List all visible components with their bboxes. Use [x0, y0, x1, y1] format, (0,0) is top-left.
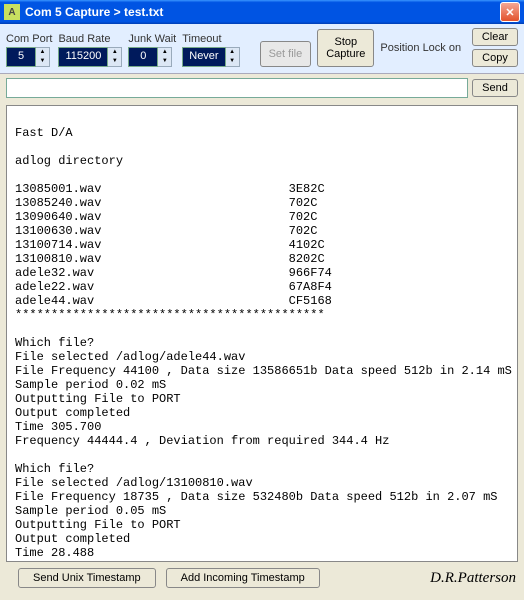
set-file-button: Set file [260, 41, 312, 67]
baud-label: Baud Rate [58, 33, 122, 45]
send-button[interactable]: Send [472, 79, 518, 97]
send-input[interactable] [6, 78, 468, 98]
copy-button[interactable]: Copy [472, 49, 518, 67]
chevron-up-icon[interactable]: ▲ [158, 48, 171, 57]
timeout-group: Timeout Never ▲▼ [182, 33, 239, 67]
position-lock-status: Position Lock on [380, 42, 461, 54]
comport-group: Com Port 5 ▲▼ [6, 33, 52, 67]
input-row: Send [0, 74, 524, 102]
toolbar: Com Port 5 ▲▼ Baud Rate 115200 ▲▼ Junk W… [0, 24, 524, 74]
window-title: Com 5 Capture > test.txt [25, 5, 500, 19]
chevron-up-icon[interactable]: ▲ [226, 48, 239, 57]
close-button[interactable]: ✕ [500, 2, 520, 22]
chevron-up-icon[interactable]: ▲ [36, 48, 49, 57]
timeout-spinner[interactable]: Never ▲▼ [182, 47, 239, 67]
junk-label: Junk Wait [128, 33, 176, 45]
timeout-value: Never [182, 47, 225, 67]
comport-value: 5 [6, 47, 36, 67]
baud-spinner[interactable]: 115200 ▲▼ [58, 47, 122, 67]
chevron-up-icon[interactable]: ▲ [108, 48, 121, 57]
titlebar: A Com 5 Capture > test.txt ✕ [0, 0, 524, 24]
console-output: Fast D/A adlog directory 13085001.wav 3E… [15, 112, 509, 562]
chevron-down-icon[interactable]: ▼ [158, 57, 171, 66]
chevron-down-icon[interactable]: ▼ [108, 57, 121, 66]
timeout-label: Timeout [182, 33, 239, 45]
junk-value: 0 [128, 47, 158, 67]
comport-label: Com Port [6, 33, 52, 45]
clear-button[interactable]: Clear [472, 28, 518, 46]
stop-capture-button[interactable]: Stop Capture [317, 29, 374, 67]
bottom-bar: Send Unix Timestamp Add Incoming Timesta… [0, 565, 524, 591]
baud-group: Baud Rate 115200 ▲▼ [58, 33, 122, 67]
console-panel[interactable]: Fast D/A adlog directory 13085001.wav 3E… [6, 105, 518, 562]
close-icon: ✕ [505, 6, 514, 19]
chevron-down-icon[interactable]: ▼ [226, 57, 239, 66]
baud-value: 115200 [58, 47, 108, 67]
baud-stepper[interactable]: ▲▼ [108, 47, 122, 67]
junk-group: Junk Wait 0 ▲▼ [128, 33, 176, 67]
junk-stepper[interactable]: ▲▼ [158, 47, 172, 67]
app-icon: A [4, 4, 20, 20]
add-incoming-timestamp-button[interactable]: Add Incoming Timestamp [166, 568, 320, 588]
chevron-down-icon[interactable]: ▼ [36, 57, 49, 66]
comport-stepper[interactable]: ▲▼ [36, 47, 50, 67]
junk-spinner[interactable]: 0 ▲▼ [128, 47, 176, 67]
author-signature: D.R.Patterson [430, 570, 516, 587]
comport-spinner[interactable]: 5 ▲▼ [6, 47, 52, 67]
timeout-stepper[interactable]: ▲▼ [226, 47, 240, 67]
send-unix-timestamp-button[interactable]: Send Unix Timestamp [18, 568, 156, 588]
